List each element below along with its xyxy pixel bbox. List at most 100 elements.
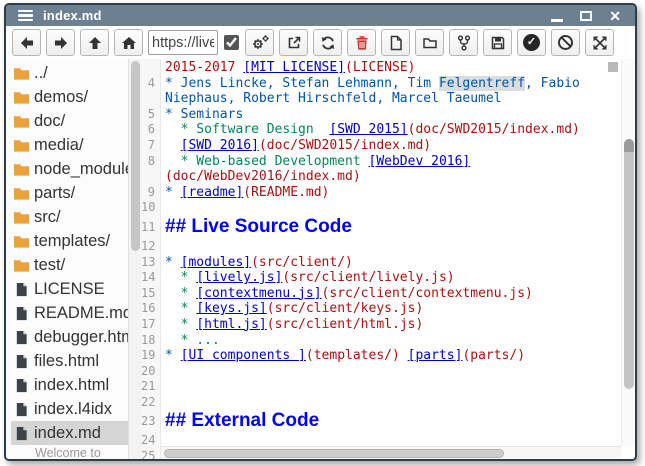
maximize-button[interactable] — [580, 11, 592, 21]
file-item-doc[interactable]: doc/ — [11, 109, 128, 133]
editor-line[interactable]: 22 — [141, 395, 621, 411]
file-item-parts[interactable]: parts/ — [11, 181, 128, 205]
file-item-label: LICENSE — [34, 280, 105, 299]
editor-heading-line[interactable]: 23## External Code — [141, 410, 621, 433]
file-icon — [13, 330, 30, 345]
code-text: ## Live Source Code — [158, 216, 621, 239]
external-link-icon — [286, 35, 302, 51]
minimize-button[interactable] — [551, 19, 563, 22]
editor-content[interactable]: 2015-2017 [MIT LICENSE](LICENSE)4* Jens … — [141, 60, 621, 459]
file-item-test[interactable]: test/ — [11, 253, 128, 277]
menu-hamburger-icon[interactable] — [18, 10, 33, 21]
editor-hscrollbar-thumb[interactable] — [164, 449, 504, 458]
editor-line[interactable]: 4* Jens Lincke, Stefan Lehmann, Tim Felg… — [141, 76, 621, 92]
file-item-index.html[interactable]: index.html — [11, 373, 128, 397]
editor-line[interactable]: Niephaus, Robert Hirschfeld, Marcel Taeu… — [141, 91, 621, 107]
file-item-index.l4idx[interactable]: index.l4idx — [11, 397, 128, 421]
editor-line[interactable]: 16 * [keys.js](src/client/keys.js) — [141, 301, 621, 317]
file-item-label: templates/ — [34, 232, 110, 251]
line-number: 14 — [141, 270, 158, 286]
new-file-button[interactable] — [381, 29, 410, 56]
forward-button[interactable] — [46, 29, 75, 56]
file-item-demos[interactable]: demos/ — [11, 85, 128, 109]
open-external-button[interactable] — [279, 29, 308, 56]
code-text: * [contextmenu.js](src/client/contextmen… — [158, 286, 621, 302]
close-button[interactable]: ✕ — [609, 9, 621, 23]
editor-line[interactable]: 14 * [lively.js](src/client/lively.js) — [141, 270, 621, 286]
file-item-label: debugger.html — [34, 328, 128, 347]
editor-line[interactable]: 6 * Software Design [SWD 2015](doc/SWD20… — [141, 122, 621, 138]
editor-line[interactable]: 17 * [html.js](src/client/html.js) — [141, 317, 621, 333]
editor-line[interactable]: 18 * ... — [141, 333, 621, 349]
titlebar: index.md ✕ — [6, 5, 635, 26]
file-item-templates[interactable]: templates/ — [11, 229, 128, 253]
editor-line[interactable]: 5* Seminars — [141, 107, 621, 123]
folder-icon — [13, 234, 30, 249]
editor-vscrollbar-thumb[interactable] — [624, 139, 634, 389]
reload-button[interactable] — [313, 29, 342, 56]
folder-icon — [13, 258, 30, 273]
back-button[interactable] — [12, 29, 41, 56]
new-folder-button[interactable] — [415, 29, 444, 56]
file-item-debugger.html[interactable]: debugger.html — [11, 325, 128, 349]
file-item-media[interactable]: media/ — [11, 133, 128, 157]
file-item-nodemodules[interactable]: node_modules/ — [11, 157, 128, 181]
save-floppy-icon — [490, 35, 506, 51]
file-item-label: README.md — [34, 304, 128, 323]
line-number: 4 — [141, 76, 158, 92]
up-button[interactable] — [80, 29, 109, 56]
code-text: * [UI components ](templates/) [parts](p… — [158, 348, 621, 364]
editor-heading-line[interactable]: 11## Live Source Code — [141, 216, 621, 239]
editor-line[interactable]: 13* [modules](src/client/) — [141, 255, 621, 271]
editor-line[interactable]: 10 — [141, 200, 621, 216]
code-text: 2015-2017 [MIT LICENSE](LICENSE) — [158, 60, 621, 76]
editor-line[interactable]: 21 — [141, 379, 621, 395]
home-icon — [121, 35, 137, 51]
editor-line[interactable]: (doc/WebDev2016/index.md) — [141, 169, 621, 185]
line-number: 19 — [141, 348, 158, 364]
url-input[interactable] — [148, 30, 218, 55]
accept-button[interactable]: ✓ — [517, 29, 546, 56]
file-item-files.html[interactable]: files.html — [11, 349, 128, 373]
git-branch-icon — [457, 35, 471, 51]
fullscreen-button[interactable] — [585, 29, 614, 56]
editor-line[interactable]: 2015-2017 [MIT LICENSE](LICENSE) — [141, 60, 621, 76]
editor-line[interactable]: 20 — [141, 364, 621, 380]
editor-vertical-scrollbar[interactable] — [621, 59, 635, 446]
line-number: 9 — [141, 185, 158, 201]
delete-button[interactable] — [347, 29, 376, 56]
editor-line[interactable]: 8 * Web-based Development [WebDev 2016] — [141, 154, 621, 170]
editor-line[interactable]: 9* [readme](README.md) — [141, 185, 621, 201]
editor-line[interactable]: 12 — [141, 239, 621, 255]
check-circle-icon: ✓ — [523, 34, 540, 51]
editor-line[interactable]: 19* [UI components ](templates/) [parts]… — [141, 348, 621, 364]
window-title: index.md — [43, 8, 102, 23]
code-text: ## External Code — [158, 410, 621, 433]
file-item-LICENSE[interactable]: LICENSE — [11, 277, 128, 301]
forward-icon — [53, 35, 69, 51]
save-button[interactable] — [483, 29, 512, 56]
editor-line[interactable]: 7 [SWD 2016](doc/SWD2015/index.md) — [141, 138, 621, 154]
file-item-index.md[interactable]: index.md — [11, 421, 128, 445]
scrollbar-annotation — [608, 62, 618, 72]
file-item-..[interactable]: ../ — [11, 61, 128, 85]
code-text: * [lively.js](src/client/lively.js) — [158, 270, 621, 286]
settings-button[interactable] — [245, 29, 274, 56]
editor-line[interactable]: 15 * [contextmenu.js](src/client/context… — [141, 286, 621, 302]
file-item-src[interactable]: src/ — [11, 205, 128, 229]
line-number: 25 — [141, 449, 158, 459]
versions-button[interactable] — [449, 29, 478, 56]
home-button[interactable] — [114, 29, 143, 56]
cancel-button[interactable] — [551, 29, 580, 56]
url-checkbox[interactable] — [224, 35, 239, 50]
file-item-README.md[interactable]: README.md — [11, 301, 128, 325]
line-number: 20 — [141, 364, 158, 380]
line-number: 22 — [141, 395, 158, 411]
line-number — [141, 169, 158, 185]
code-text: [SWD 2016](doc/SWD2015/index.md) — [158, 138, 621, 154]
editor-horizontal-scrollbar[interactable] — [161, 446, 621, 459]
editor-vscrollbar-thumb-cap — [624, 139, 634, 152]
sidebar-scrollbar[interactable] — [128, 59, 141, 459]
sidebar-scrollbar-thumb[interactable] — [131, 61, 140, 251]
markdown-editor[interactable]: 2015-2017 [MIT LICENSE](LICENSE)4* Jens … — [141, 59, 635, 459]
